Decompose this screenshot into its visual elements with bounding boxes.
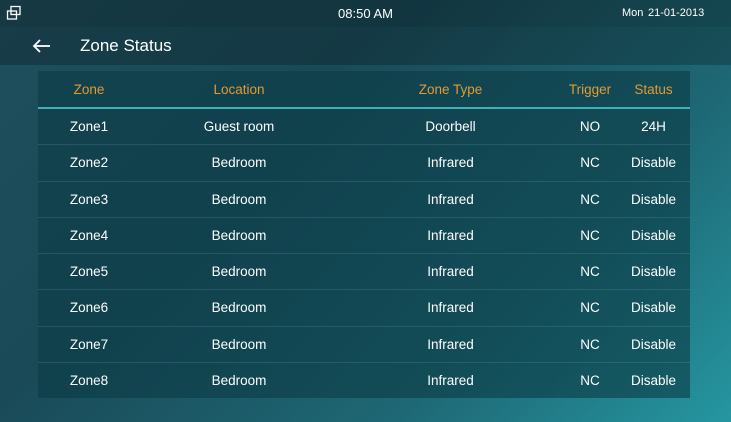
column-header-status: Status <box>634 81 673 97</box>
table-row[interactable]: Zone1 Guest room Doorbell NO 24H <box>38 109 690 146</box>
table-row[interactable]: Zone7 Bedroom Infrared NC Disable <box>38 327 690 363</box>
zone-status-screen: 08:50 AM Mon 21-01-2013 Zone Status Zone… <box>0 0 731 422</box>
location-cell: Bedroom <box>211 155 267 171</box>
zone-type-cell: Infrared <box>427 264 474 280</box>
status-cell: Disable <box>630 372 677 388</box>
table-row[interactable]: Zone5 Bedroom Infrared NC Disable <box>38 254 690 291</box>
trigger-cell: NC <box>580 227 600 243</box>
column-header-zone: Zone <box>73 81 105 97</box>
zone-status-table: Zone Location Zone Type Trigger Status Z… <box>38 71 690 398</box>
table-row[interactable]: Zone4 Bedroom Infrared NC Disable <box>38 218 690 254</box>
column-header-location: Location <box>213 81 265 97</box>
location-cell: Bedroom <box>211 264 267 280</box>
status-cell: 24H <box>641 119 666 135</box>
table-row[interactable]: Zone6 Bedroom Infrared NC Disable <box>38 290 690 327</box>
zone-type-cell: Infrared <box>427 372 474 388</box>
table-header: Zone Location Zone Type Trigger Status <box>38 71 690 109</box>
column-header-trigger: Trigger <box>568 81 612 97</box>
location-cell: Bedroom <box>211 227 267 243</box>
zone-type-cell: Infrared <box>427 155 474 171</box>
table-row[interactable]: Zone3 Bedroom Infrared NC Disable <box>38 182 690 218</box>
page-title: Zone Status <box>80 36 172 55</box>
trigger-cell: NC <box>580 264 600 280</box>
zone-type-cell: Infrared <box>427 191 474 207</box>
zone-cell: Zone8 <box>69 372 109 388</box>
zone-cell: Zone7 <box>69 336 109 352</box>
status-bar: 08:50 AM Mon 21-01-2013 <box>0 0 731 27</box>
arrow-left-icon <box>28 39 54 63</box>
location-cell: Bedroom <box>211 300 267 316</box>
location-cell: Bedroom <box>211 336 267 352</box>
status-day: Mon <box>622 7 644 19</box>
trigger-cell: NO <box>579 119 601 135</box>
status-cell: Disable <box>630 227 677 243</box>
status-cell: Disable <box>630 155 677 171</box>
zone-cell: Zone3 <box>69 191 109 207</box>
column-header-zone-type: Zone Type <box>418 81 483 97</box>
zone-cell: Zone1 <box>69 119 109 135</box>
zone-cell: Zone4 <box>69 227 109 243</box>
trigger-cell: NC <box>580 372 600 388</box>
status-cell: Disable <box>630 336 677 352</box>
status-cell: Disable <box>630 300 677 316</box>
trigger-cell: NC <box>580 336 600 352</box>
table-row[interactable]: Zone8 Bedroom Infrared NC Disable <box>38 363 690 398</box>
status-cell: Disable <box>630 191 677 207</box>
location-cell: Guest room <box>203 119 275 135</box>
zone-type-cell: Infrared <box>427 300 474 316</box>
status-date: 21-01-2013 <box>648 7 705 19</box>
zone-type-cell: Infrared <box>427 227 474 243</box>
zone-cell: Zone2 <box>69 155 109 171</box>
zone-type-cell: Doorbell <box>425 119 476 135</box>
location-cell: Bedroom <box>211 372 267 388</box>
table-row[interactable]: Zone2 Bedroom Infrared NC Disable <box>38 145 690 182</box>
zone-type-cell: Infrared <box>427 336 474 352</box>
status-cell: Disable <box>630 264 677 280</box>
location-cell: Bedroom <box>211 191 267 207</box>
page-header: Zone Status <box>0 27 731 65</box>
zone-cell: Zone6 <box>69 300 109 316</box>
back-button[interactable] <box>28 33 54 59</box>
zone-cell: Zone5 <box>69 264 109 280</box>
trigger-cell: NC <box>580 191 600 207</box>
trigger-cell: NC <box>580 155 600 171</box>
trigger-cell: NC <box>580 300 600 316</box>
table-body: Zone1 Guest room Doorbell NO 24H Zone2 Bedroom… <box>38 109 690 398</box>
